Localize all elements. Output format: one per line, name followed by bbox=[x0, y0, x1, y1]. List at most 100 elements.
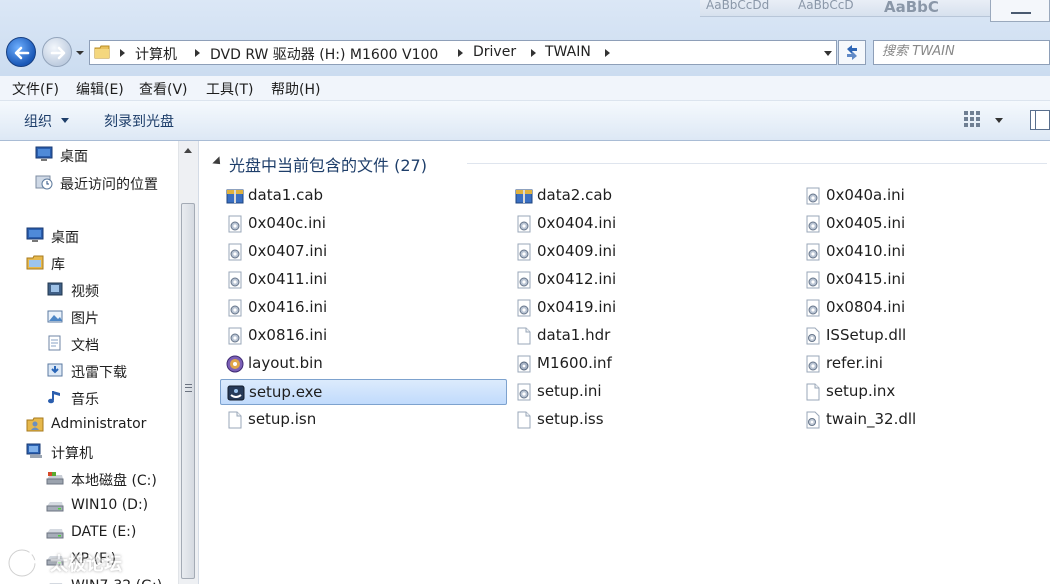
view-options-dropdown-icon[interactable] bbox=[995, 118, 1003, 123]
ribbon-style-2: AaBbCcD bbox=[798, 0, 854, 12]
breadcrumb-computer[interactable]: 计算机 bbox=[135, 44, 177, 64]
file-item[interactable]: 0x0411.ini bbox=[220, 267, 507, 293]
scroll-thumb[interactable] bbox=[181, 203, 195, 579]
file-name: 0x0409.ini bbox=[537, 242, 617, 260]
file-name: setup.iss bbox=[537, 410, 604, 428]
collapse-group-icon[interactable] bbox=[212, 156, 224, 168]
search-input[interactable] bbox=[874, 41, 1042, 62]
file-name: ISSetup.dll bbox=[826, 326, 907, 344]
ini-settings-icon bbox=[804, 271, 822, 289]
preview-pane-button[interactable] bbox=[1030, 110, 1050, 130]
file-item[interactable]: setup.ini bbox=[509, 379, 796, 405]
breadcrumb-separator[interactable] bbox=[605, 49, 610, 57]
command-bar: 组织 刻录到光盘 bbox=[0, 101, 1050, 141]
change-view-icon[interactable] bbox=[963, 110, 981, 128]
file-name: setup.ini bbox=[537, 382, 602, 400]
forward-button[interactable] bbox=[42, 37, 72, 67]
search-box[interactable] bbox=[873, 40, 1050, 65]
organize-button[interactable]: 组织 bbox=[24, 111, 52, 131]
file-item[interactable]: setup.iss bbox=[509, 407, 796, 433]
burn-to-disc-button[interactable]: 刻录到光盘 bbox=[104, 111, 174, 131]
nav-item-label: DATE (E:) bbox=[71, 524, 137, 540]
group-header[interactable]: 光盘中当前包含的文件 (27) bbox=[209, 152, 1047, 175]
ribbon-style-3: AaBbC bbox=[884, 0, 939, 16]
nav-item-label: 库 bbox=[51, 257, 65, 273]
file-item[interactable]: ISSetup.dll bbox=[798, 323, 1050, 349]
file-item[interactable]: layout.bin bbox=[220, 351, 507, 377]
ribbon-style-1: AaBbCcDd bbox=[706, 0, 770, 12]
file-item[interactable]: 0x040c.ini bbox=[220, 211, 507, 237]
file-name: M1600.inf bbox=[537, 354, 612, 372]
refresh-button[interactable] bbox=[838, 40, 866, 65]
nav-item-label: 视频 bbox=[71, 284, 99, 300]
file-item[interactable]: data1.cab bbox=[220, 183, 507, 209]
library-icon bbox=[26, 254, 44, 270]
file-item[interactable]: data1.hdr bbox=[509, 323, 796, 349]
breadcrumb-dvd-drive[interactable]: DVD RW 驱动器 (H:) M1600 V100 bbox=[210, 44, 438, 64]
address-dropdown-icon[interactable] bbox=[824, 51, 832, 56]
breadcrumb-twain[interactable]: TWAIN bbox=[545, 44, 591, 60]
file-item[interactable]: 0x0405.ini bbox=[798, 211, 1050, 237]
file-name: 0x0404.ini bbox=[537, 214, 617, 232]
breadcrumb-separator[interactable] bbox=[195, 49, 200, 57]
file-item[interactable]: twain_32.dll bbox=[798, 407, 1050, 433]
file-name: data1.hdr bbox=[537, 326, 611, 344]
file-item[interactable]: 0x0409.ini bbox=[509, 239, 796, 265]
ini-settings-icon bbox=[804, 299, 822, 317]
recent-pages-dropdown-icon[interactable] bbox=[75, 48, 85, 58]
file-name: 0x040c.ini bbox=[248, 214, 326, 232]
recent-places-icon bbox=[35, 174, 53, 190]
file-item[interactable]: 0x0816.ini bbox=[220, 323, 507, 349]
blank-file-icon bbox=[226, 411, 244, 429]
ini-settings-icon bbox=[515, 383, 533, 401]
menu-file[interactable]: 文件(F) bbox=[12, 79, 59, 99]
drive-icon bbox=[46, 524, 64, 540]
file-item[interactable]: data2.cab bbox=[509, 183, 796, 209]
breadcrumb-driver[interactable]: Driver bbox=[473, 44, 516, 60]
ini-settings-icon bbox=[804, 355, 822, 373]
file-name: setup.exe bbox=[249, 383, 323, 401]
file-item[interactable]: refer.ini bbox=[798, 351, 1050, 377]
ini-settings-icon bbox=[515, 215, 533, 233]
group-divider bbox=[467, 163, 1047, 164]
chevron-down-icon[interactable] bbox=[61, 118, 69, 123]
nav-item-label: WIN10 (D:) bbox=[71, 497, 149, 513]
dll-file-icon bbox=[804, 411, 822, 429]
breadcrumb-separator[interactable] bbox=[458, 49, 463, 57]
file-list-area: 光盘中当前包含的文件 (27) data1.cab data2.cab 0x040a… bbox=[199, 141, 1050, 584]
breadcrumb-separator[interactable] bbox=[120, 49, 125, 57]
refresh-arrows-icon bbox=[847, 45, 857, 60]
file-item[interactable]: M1600.inf bbox=[509, 351, 796, 377]
nav-scrollbar[interactable] bbox=[178, 141, 198, 584]
file-item[interactable]: 0x0410.ini bbox=[798, 239, 1050, 265]
file-item[interactable]: setup.isn bbox=[220, 407, 507, 433]
file-item[interactable]: 0x0404.ini bbox=[509, 211, 796, 237]
menu-help[interactable]: 帮助(H) bbox=[271, 79, 320, 99]
file-item[interactable]: 0x0412.ini bbox=[509, 267, 796, 293]
file-item[interactable]: 0x0419.ini bbox=[509, 295, 796, 321]
breadcrumb-separator[interactable] bbox=[531, 49, 536, 57]
address-bar[interactable]: 计算机 DVD RW 驱动器 (H:) M1600 V100 Driver TW… bbox=[89, 40, 837, 65]
file-name: 0x0411.ini bbox=[248, 270, 328, 288]
back-button[interactable] bbox=[6, 37, 36, 67]
file-item[interactable]: 0x0416.ini bbox=[220, 295, 507, 321]
blank-file-icon bbox=[515, 327, 533, 345]
inf-file-icon bbox=[515, 355, 533, 373]
minimize-button[interactable] bbox=[990, 0, 1050, 22]
menu-edit[interactable]: 编辑(E) bbox=[76, 79, 124, 99]
file-name: data2.cab bbox=[537, 186, 613, 204]
blank-file-icon bbox=[804, 383, 822, 401]
file-item[interactable]: 0x0407.ini bbox=[220, 239, 507, 265]
nav-item-label: 桌面 bbox=[51, 230, 79, 246]
file-name: 0x0419.ini bbox=[537, 298, 617, 316]
file-item[interactable]: 0x0804.ini bbox=[798, 295, 1050, 321]
file-item[interactable]: setup.exe bbox=[220, 379, 507, 405]
desktop-icon bbox=[26, 227, 44, 243]
scroll-up-arrow-icon[interactable] bbox=[184, 148, 192, 153]
file-item[interactable]: 0x040a.ini bbox=[798, 183, 1050, 209]
ini-settings-icon bbox=[804, 243, 822, 261]
menu-view[interactable]: 查看(V) bbox=[139, 79, 188, 99]
file-item[interactable]: setup.inx bbox=[798, 379, 1050, 405]
menu-tools[interactable]: 工具(T) bbox=[206, 79, 253, 99]
file-item[interactable]: 0x0415.ini bbox=[798, 267, 1050, 293]
